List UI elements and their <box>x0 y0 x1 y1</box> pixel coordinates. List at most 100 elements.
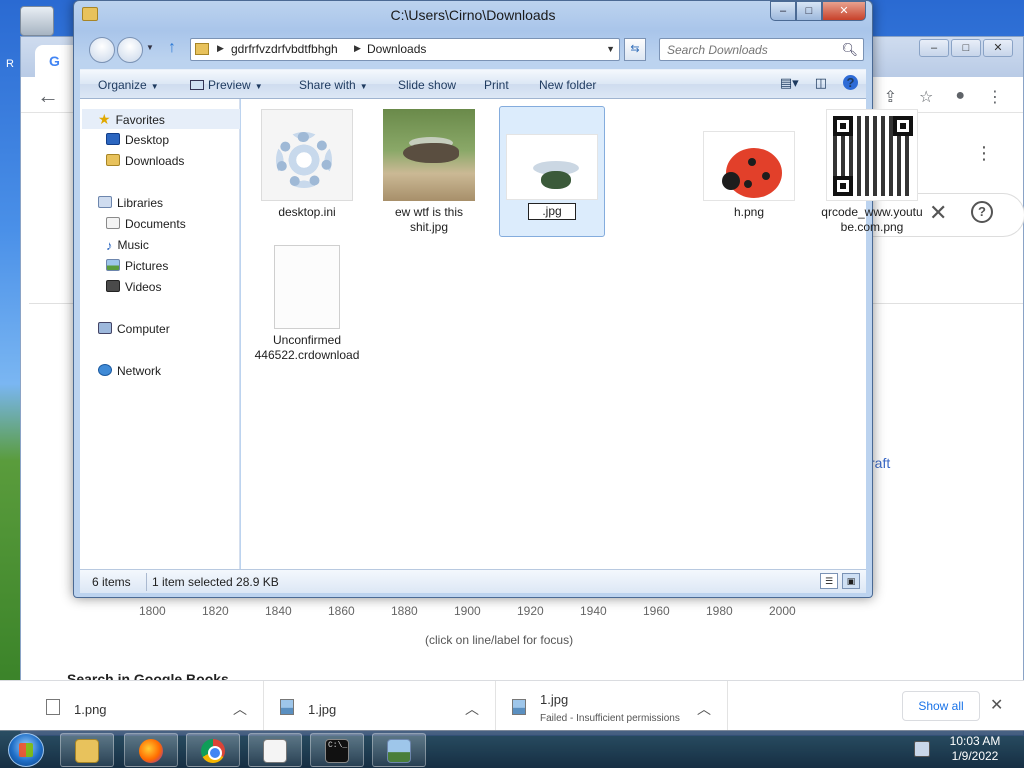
nav-item-libraries[interactable]: Libraries <box>98 193 163 213</box>
file-name: ew wtf is this shit.jpg <box>394 205 463 234</box>
desktop-icon <box>106 133 120 145</box>
breadcrumb-item[interactable]: gdrfrfvzdrfvbdtfbhgh <box>231 42 338 56</box>
organize-button[interactable]: Organize ▼ <box>98 78 159 92</box>
taskbar-explorer[interactable] <box>60 733 114 767</box>
page-options-icon[interactable]: ⋮ <box>975 143 993 164</box>
chevron-up-icon[interactable]: ︿ <box>233 699 247 719</box>
preview-pane-icon[interactable]: ◫ <box>815 75 827 91</box>
x-tick-label: 1900 <box>454 604 481 618</box>
taskbar-cmd[interactable]: C:\_ <box>310 733 364 767</box>
slide-show-button[interactable]: Slide show <box>398 78 456 92</box>
recycle-bin-icon[interactable] <box>20 6 54 36</box>
nav-item-favorites[interactable]: ★ Favorites <box>82 109 240 129</box>
window-controls: – □ ✕ <box>770 1 866 21</box>
file-name: desktop.ini <box>278 205 336 219</box>
nav-item-documents[interactable]: Documents <box>106 214 186 234</box>
print-button[interactable]: Print <box>484 78 509 92</box>
profile-avatar-icon[interactable]: ● <box>955 87 965 107</box>
nav-item-pictures[interactable]: Pictures <box>106 256 168 276</box>
nav-item-music[interactable]: ♪ Music <box>106 235 149 255</box>
taskbar-photo-viewer[interactable] <box>372 733 426 767</box>
command-prompt-icon: C:\_ <box>325 739 349 763</box>
file-item[interactable]: qrcode_www.youtube.com.png <box>819 109 925 235</box>
system-clock[interactable]: 10:03 AM 1/9/2022 <box>940 734 1010 764</box>
taskbar-chrome[interactable] <box>186 733 240 767</box>
nav-item-desktop[interactable]: Desktop <box>106 130 169 150</box>
minimize-button[interactable]: – <box>770 1 796 21</box>
show-all-downloads-button[interactable]: Show all <box>902 691 980 721</box>
network-tray-icon[interactable] <box>914 741 930 757</box>
bookmark-star-icon[interactable]: ☆ <box>919 87 933 107</box>
clock-date: 1/9/2022 <box>951 749 999 763</box>
back-arrow-icon[interactable]: ← <box>37 83 59 109</box>
back-button[interactable] <box>89 37 115 63</box>
new-folder-button[interactable]: New folder <box>539 78 596 92</box>
refresh-button[interactable]: ⇆ <box>624 38 646 61</box>
file-item-selected[interactable]: .jpg <box>499 106 605 237</box>
taskbar-checklist[interactable] <box>248 733 302 767</box>
search-box[interactable]: 🔍︎ <box>659 38 864 61</box>
close-download-shelf-icon[interactable]: ✕ <box>990 695 1003 715</box>
download-item[interactable]: 1.png ︿ <box>30 681 264 731</box>
explorer-window: C:\Users\Cirno\Downloads – □ ✕ ▼ ↑ ▶ gdr… <box>73 0 923 598</box>
image-thumbnail <box>506 134 598 200</box>
x-tick-label: 1820 <box>202 604 229 618</box>
file-name: h.png <box>733 205 765 219</box>
file-item[interactable]: Unconfirmed 446522.crdownload <box>254 245 360 363</box>
settings-file-icon <box>261 109 353 201</box>
nav-item-downloads[interactable]: Downloads <box>106 151 184 171</box>
download-filename: 1.jpg <box>540 692 569 707</box>
large-icons-view-icon[interactable]: ▣ <box>842 573 860 589</box>
rename-field[interactable]: .jpg <box>528 203 576 220</box>
details-view-icon[interactable]: ☰ <box>820 573 838 589</box>
download-shelf: 1.png ︿ 1.jpg ︿ 1.jpg Failed - Insuffici… <box>0 680 1024 731</box>
chrome-close-button[interactable]: ✕ <box>983 39 1013 57</box>
chevron-right-icon[interactable]: ▶ <box>217 43 224 54</box>
chart-focus-hint: (click on line/label for focus) <box>425 633 574 647</box>
chevron-right-icon[interactable]: ▶ <box>354 43 361 54</box>
close-button[interactable]: ✕ <box>822 1 866 21</box>
file-item[interactable]: desktop.ini <box>254 109 360 220</box>
change-view-icon[interactable]: ▤▾ <box>780 75 799 91</box>
chevron-up-icon[interactable]: ︿ <box>697 699 711 719</box>
share-with-button[interactable]: Share with ▼ <box>299 78 368 92</box>
help-icon[interactable]: ? <box>971 201 993 223</box>
photo-viewer-icon <box>387 739 411 763</box>
help-icon[interactable]: ? <box>843 75 858 90</box>
chrome-menu-icon[interactable]: ⋮ <box>987 87 1003 107</box>
blank-file-icon <box>274 245 340 329</box>
start-button[interactable] <box>8 733 44 767</box>
nav-item-network[interactable]: Network <box>98 361 161 381</box>
item-count: 6 items <box>92 575 131 589</box>
recent-pages-dropdown-icon[interactable]: ▼ <box>146 43 154 52</box>
chevron-up-icon[interactable]: ︿ <box>465 699 479 719</box>
address-bar[interactable]: ▶ gdrfrfvzdrfvbdtfbhgh ▶ Downloads ▼ <box>190 38 620 61</box>
x-tick-label: 1960 <box>643 604 670 618</box>
download-item[interactable]: 1.jpg ︿ <box>264 681 496 731</box>
file-name: qrcode_www.youtube.com.png <box>821 205 923 234</box>
preview-button[interactable]: Preview ▼ <box>190 78 263 92</box>
image-file-icon <box>512 699 526 715</box>
up-level-icon[interactable]: ↑ <box>168 39 176 57</box>
download-item[interactable]: 1.jpg Failed - Insufficient permissions … <box>496 681 728 731</box>
chrome-maximize-button[interactable]: □ <box>951 39 981 57</box>
file-item[interactable]: h.png <box>696 109 802 220</box>
breadcrumb-item[interactable]: Downloads <box>367 42 426 56</box>
chrome-minimize-button[interactable]: – <box>919 39 949 57</box>
pictures-icon <box>106 259 120 271</box>
download-status: Failed - Insufficient permissions <box>540 713 680 724</box>
taskbar-firefox[interactable] <box>124 733 178 767</box>
file-item[interactable]: ew wtf is this shit.jpg <box>376 109 482 235</box>
download-filename: 1.png <box>74 702 107 717</box>
forward-button[interactable] <box>117 37 143 63</box>
clear-search-icon[interactable]: ✕ <box>929 200 947 226</box>
chevron-down-icon[interactable]: ▼ <box>606 44 615 54</box>
search-input[interactable] <box>660 39 840 60</box>
nav-item-videos[interactable]: Videos <box>106 277 161 297</box>
nav-label: Favorites <box>115 113 165 127</box>
nav-label: Videos <box>125 280 162 294</box>
maximize-button[interactable]: □ <box>796 1 822 21</box>
search-icon: 🔍︎ <box>841 42 858 57</box>
share-icon[interactable]: ⇪ <box>884 87 897 107</box>
nav-item-computer[interactable]: Computer <box>98 319 170 339</box>
